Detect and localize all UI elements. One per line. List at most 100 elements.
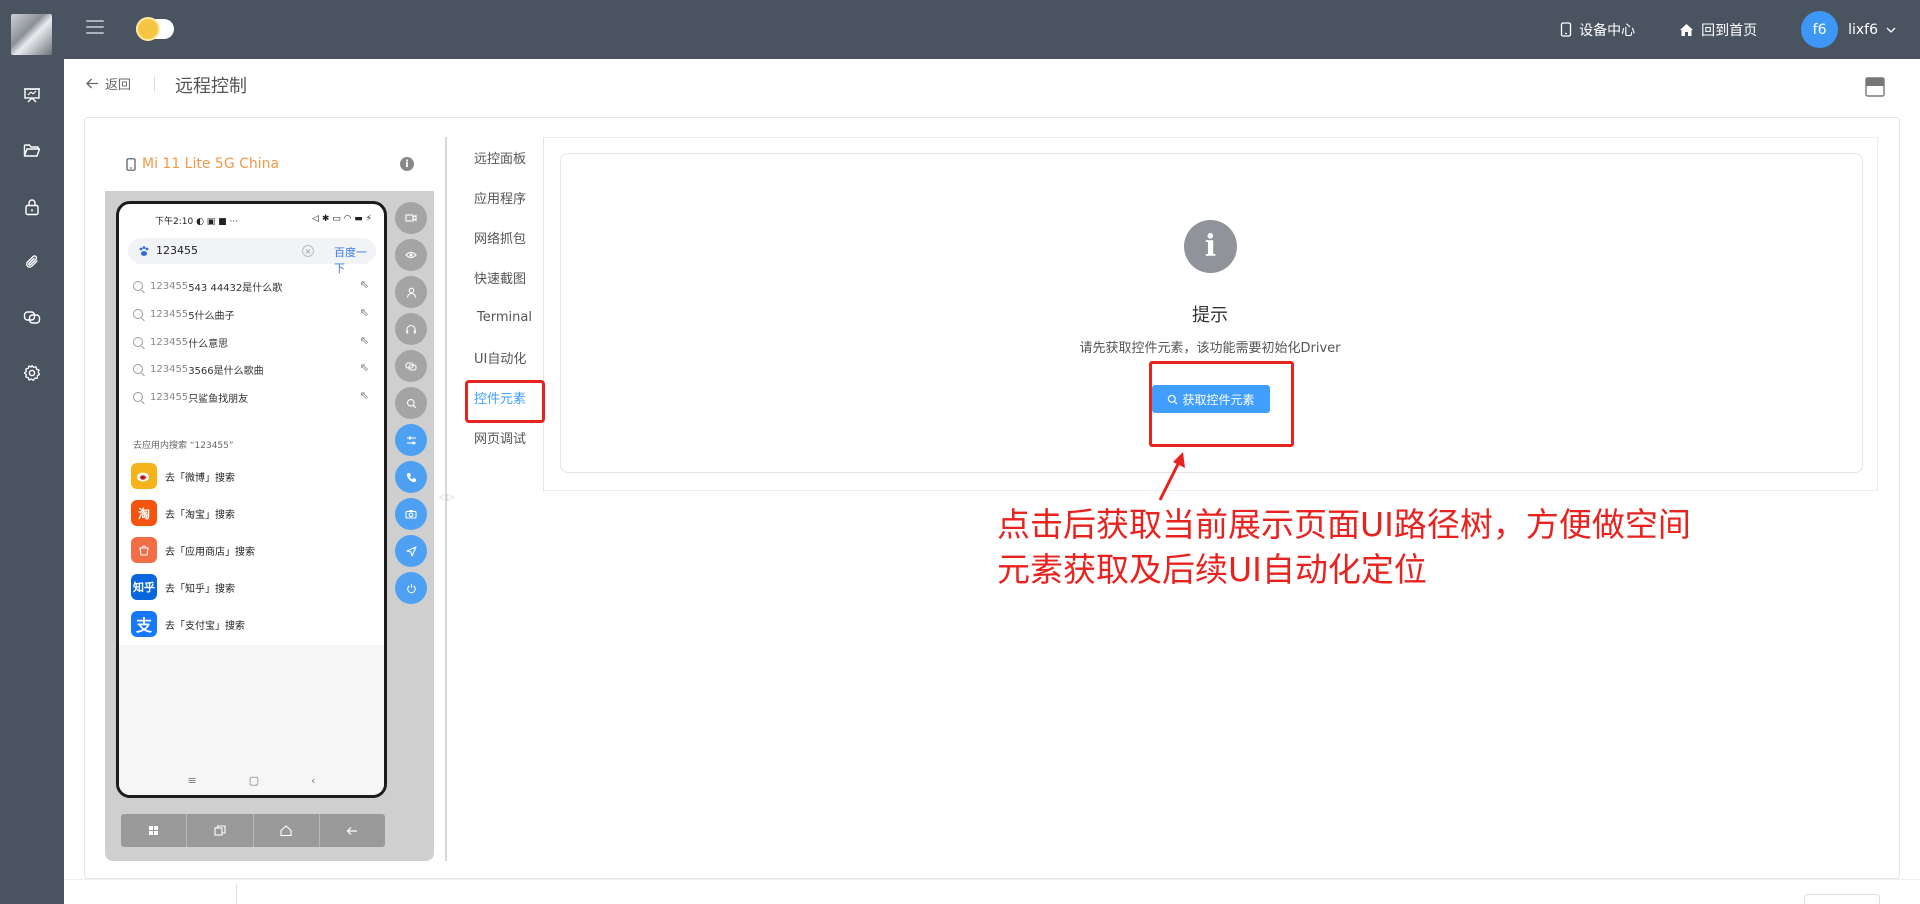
suggestion-item[interactable]: 123455 只鲨鱼找朋友 ⇖ [133,388,369,406]
phone-screen[interactable]: 下午2:10 ◐ ▣ ■ ··· ◁ ✱ ▭ ◠ ▬ ⚡ 123455 × 百度… [116,201,387,798]
home-icon [1680,23,1694,36]
home-icon[interactable] [254,814,320,847]
chevron-down-icon[interactable] [1886,27,1896,33]
feature-tabs: 远控面板 应用程序 网络抓包 快速截图 Terminal UI自动化 控件元素 … [458,137,544,491]
tab-remote-panel[interactable]: 远控面板 [458,137,544,177]
page-title: 远程控制 [175,76,247,97]
bottom-strip [64,879,1920,904]
bottom-tab-stub[interactable] [1804,894,1880,904]
fill-arrow-icon[interactable]: ⇖ [360,278,369,291]
app-search-app-store[interactable]: 去「应用商店」搜索 [131,536,371,564]
tip-title: 提示 [1192,305,1228,326]
info-icon: i [1184,220,1237,273]
layout-toggle-icon[interactable] [1865,77,1885,97]
alipay-icon: 支 [131,611,157,637]
eye-icon[interactable] [395,239,427,271]
sliders-icon[interactable] [395,424,427,456]
suggestion-item[interactable]: 123455 5什么曲子 ⇖ [133,305,369,323]
device-name: Mi 11 Lite 5G China [142,156,280,172]
record-video-icon[interactable] [395,202,427,234]
headset-icon[interactable] [395,313,427,345]
fill-arrow-icon[interactable]: ⇖ [360,306,369,319]
back-nav-icon[interactable]: ‹ [311,774,315,787]
header-divider [154,76,155,92]
zhihu-icon: 知乎 [131,574,157,600]
search-icon [133,309,143,319]
suggestion-item[interactable]: 123455 3566是什么歌曲 ⇖ [133,360,369,378]
bottom-divider [236,884,237,904]
username[interactable]: lixf6 [1848,22,1878,38]
app-search-taobao[interactable]: 淘去「淘宝」搜索 [131,499,371,527]
tab-web-debug[interactable]: 网页调试 [458,417,544,457]
back-label: 返回 [105,78,132,93]
back-arrow-icon[interactable] [320,814,385,847]
location-arrow-icon[interactable] [395,535,427,567]
back-button[interactable]: 返回 [86,74,131,93]
camera-icon[interactable] [395,498,427,530]
app-search-weibo[interactable]: 去「微博」搜索 [131,462,371,490]
annotation-line-1: 点击后获取当前展示页面UI路径树，方便做空间 [997,505,1691,544]
lock-icon[interactable] [20,195,44,219]
arrow-left-icon [86,78,98,89]
device-tool-column [395,202,427,609]
annotation-text: 点击后获取当前展示页面UI路径树，方便做空间 元素获取及后续UI自动化定位 [997,502,1691,592]
device-center-link[interactable]: 设备中心 [1560,20,1635,40]
top-bar: 设备中心 回到首页 f6 lixf6 [0,0,1920,59]
phone-call-icon[interactable] [395,461,427,493]
sun-icon [136,17,160,41]
phone-icon [1560,22,1572,37]
status-icons: ◁ ✱ ▭ ◠ ▬ ⚡ [312,214,372,224]
gear-icon[interactable] [20,361,44,385]
sidebar [0,59,64,904]
phone-search-box[interactable]: 123455 × 百度一下 [128,238,376,275]
info-icon[interactable]: i [400,157,414,171]
power-icon[interactable] [395,572,427,604]
recent-apps-icon[interactable] [187,814,254,847]
phone-nav-bar: ≡ ▢ ‹ [119,765,384,795]
clear-icon[interactable]: × [302,245,314,257]
baidu-search-button[interactable]: 百度一下 [334,244,376,276]
user-icon[interactable] [395,276,427,308]
tab-applications[interactable]: 应用程序 [458,177,544,217]
app-search-hint: 去应用内搜索 “123455” [133,441,234,451]
search-icon[interactable] [395,387,427,419]
paperclip-icon[interactable] [20,250,44,274]
fill-arrow-icon[interactable]: ⇖ [360,389,369,402]
status-time: 下午2:10 ◐ ▣ ■ ··· [155,217,239,227]
app-logo[interactable] [11,14,52,55]
copy-icon[interactable] [20,305,44,329]
home-nav-icon[interactable]: ▢ [249,774,259,787]
tab-quick-screenshot[interactable]: 快速截图 [458,257,544,297]
device-header: Mi 11 Lite 5G China i [105,137,434,191]
suggestion-item[interactable]: 123455 543 44432是什么歌 ⇖ [133,277,369,295]
app-search-alipay[interactable]: 支去「支付宝」搜索 [131,610,371,638]
splitter-handle-icon[interactable]: ◁▷ [439,492,454,503]
device-center-label: 设备中心 [1579,22,1636,39]
annotation-highlight-button [1149,361,1294,447]
device-panel: Mi 11 Lite 5G China i 下午2:10 ◐ ▣ ■ ··· ◁… [105,137,434,861]
folder-icon[interactable] [20,138,44,162]
annotation-highlight-tab [465,380,545,423]
tab-terminal[interactable]: Terminal [458,297,544,337]
device-button-bar [121,814,385,847]
weibo-icon [131,463,157,489]
hamburger-menu-icon[interactable] [86,20,104,34]
copy-icon[interactable] [395,350,427,382]
theme-toggle[interactable] [136,17,174,41]
user-avatar[interactable]: f6 [1801,11,1839,48]
search-icon [133,392,143,402]
baidu-paw-icon [139,246,149,256]
back-home-link[interactable]: 回到首页 [1679,20,1757,40]
tab-ui-automation[interactable]: UI自动化 [458,337,544,377]
tab-network-capture[interactable]: 网络抓包 [458,217,544,257]
annotation-line-2: 元素获取及后续UI自动化定位 [997,550,1427,589]
app-search-zhihu[interactable]: 知乎 去「知乎」搜索 [131,573,371,601]
apps-grid-icon[interactable] [121,814,188,847]
fill-arrow-icon[interactable]: ⇖ [360,334,369,347]
app-store-icon [131,537,157,563]
fill-arrow-icon[interactable]: ⇖ [360,361,369,374]
menu-nav-icon[interactable]: ≡ [187,774,196,787]
suggestion-item[interactable]: 123455 什么意思 ⇖ [133,333,369,351]
presentation-icon[interactable] [20,83,44,107]
phone-icon [126,157,136,171]
